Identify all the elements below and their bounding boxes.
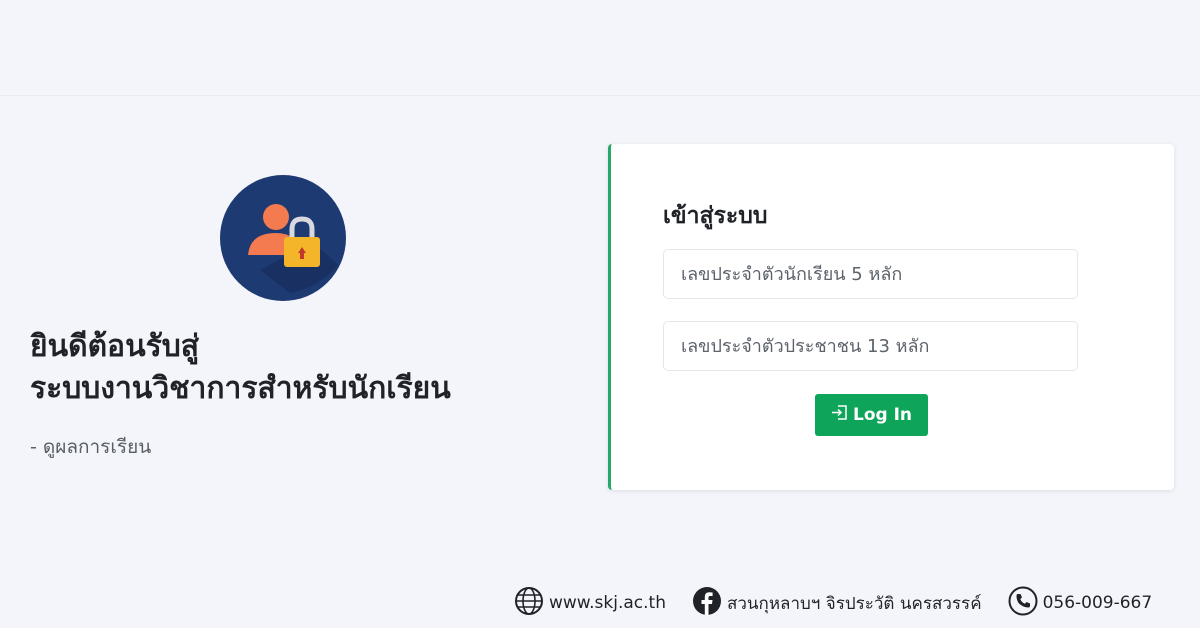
website-text: www.skj.ac.th	[549, 593, 666, 613]
welcome-line-2: ระบบงานวิชาการสำหรับนักเรียน	[30, 371, 451, 406]
login-button[interactable]: Log In	[815, 394, 928, 436]
student-lock-logo-icon	[220, 175, 346, 301]
phone-link[interactable]: 056-009-667	[1008, 586, 1153, 621]
phone-text: 056-009-667	[1042, 593, 1153, 613]
phone-icon	[1008, 586, 1038, 621]
website-link[interactable]: www.skj.ac.th	[514, 586, 666, 621]
facebook-link[interactable]: สวนกุหลาบฯ จิรประวัติ นครสวรรค์	[692, 586, 982, 621]
login-card: เข้าสู่ระบบ Log In	[608, 144, 1174, 490]
facebook-icon	[692, 586, 722, 621]
welcome-heading: ยินดีต้อนรับสู่ ระบบงานวิชาการสำหรับนักเ…	[30, 326, 570, 410]
globe-icon	[514, 586, 544, 621]
footer-contacts: www.skj.ac.th สวนกุหลาบฯ จิรประวัติ นครส…	[514, 586, 1152, 620]
citizen-id-input[interactable]	[663, 321, 1078, 371]
login-arrow-icon	[831, 404, 848, 426]
login-button-label: Log In	[852, 405, 913, 425]
student-id-input[interactable]	[663, 249, 1078, 299]
welcome-line-1: ยินดีต้อนรับสู่	[30, 329, 200, 364]
login-title: เข้าสู่ระบบ	[663, 203, 768, 229]
top-navbar	[0, 0, 1200, 96]
facebook-text: สวนกุหลาบฯ จิรประวัติ นครสวรรค์	[727, 593, 982, 614]
view-grades-text: - ดูผลการเรียน	[30, 436, 152, 458]
